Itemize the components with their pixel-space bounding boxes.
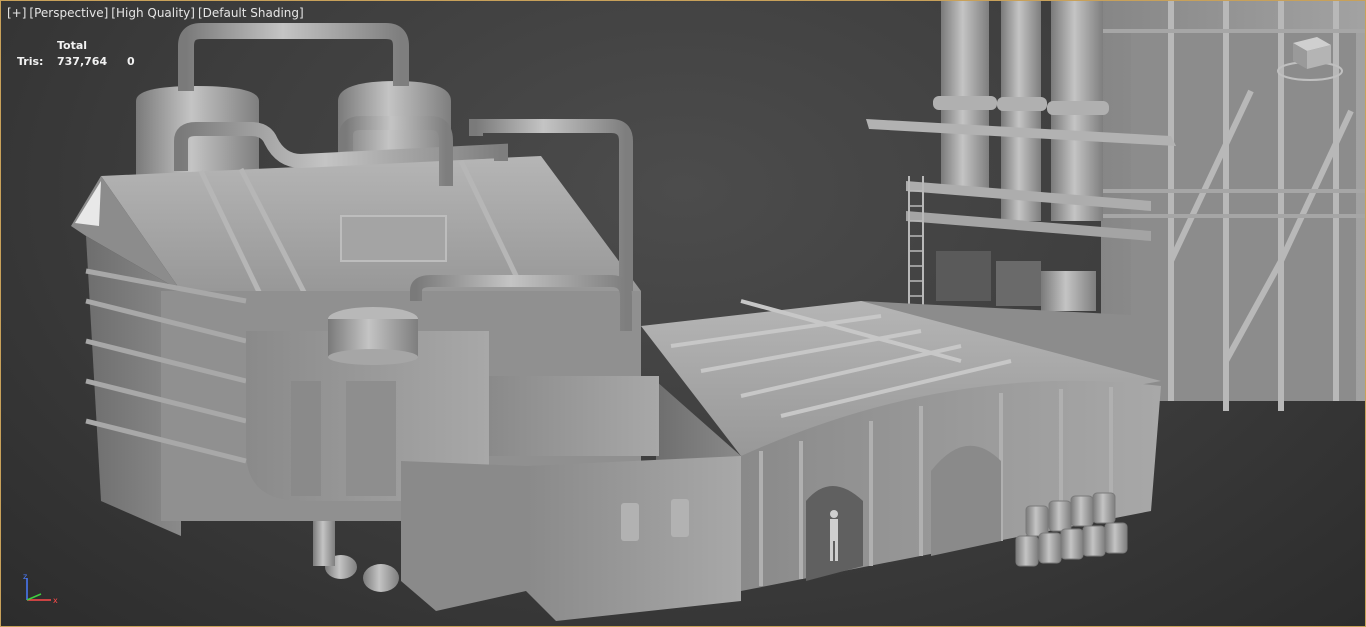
statistics-overlay: Total Tris: 737,764 0 bbox=[17, 37, 147, 69]
viewport-label-bar: [+] [Perspective] [High Quality] [Default S… bbox=[7, 6, 307, 20]
viewport-menu-plus[interactable]: [+] bbox=[7, 6, 26, 20]
axis-gizmo-icon: z x bbox=[23, 572, 58, 605]
viewcube-icon[interactable] bbox=[1275, 31, 1345, 86]
scene-render[interactable] bbox=[1, 1, 1365, 626]
viewport-menu-quality[interactable]: [High Quality] bbox=[111, 6, 195, 20]
viewport-menu-shading[interactable]: [Default Shading] bbox=[198, 6, 304, 20]
factory-building bbox=[71, 23, 741, 621]
stats-header: Total bbox=[57, 38, 88, 52]
gizmo-z-label: z bbox=[23, 572, 27, 581]
stats-tris-total: 737,764 bbox=[57, 54, 108, 68]
gizmo-x-label: x bbox=[53, 596, 58, 605]
stats-tris-selected: 0 bbox=[127, 54, 135, 68]
viewport[interactable]: [+] [Perspective] [High Quality] [Default S… bbox=[0, 0, 1366, 627]
viewport-menu-perspective[interactable]: [Perspective] bbox=[29, 6, 108, 20]
stats-tris-label: Tris: bbox=[17, 54, 44, 68]
